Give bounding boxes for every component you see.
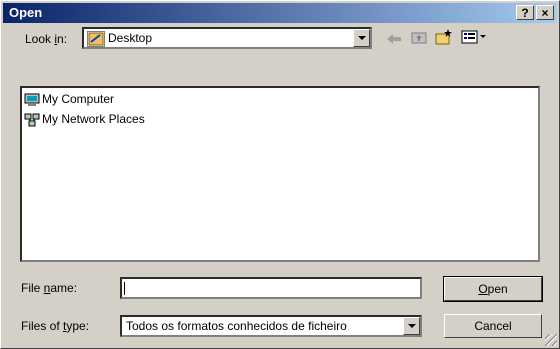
file-type-combo[interactable]: Todos os formatos conhecidos de ficheiro <box>120 315 422 337</box>
file-type-value: Todos os formatos conhecidos de ficheiro <box>126 319 347 333</box>
file-name-input[interactable] <box>120 277 422 299</box>
file-type-dropdown-button[interactable] <box>403 317 420 335</box>
chevron-down-icon <box>357 36 366 40</box>
computer-icon <box>24 93 40 107</box>
list-item-label: My Computer <box>42 92 115 106</box>
look-in-value: Desktop <box>108 31 153 45</box>
resize-grip[interactable] <box>545 334 557 346</box>
text-cursor <box>124 282 125 295</box>
open-dialog: Open ? × Look in: Desktop My Computer My… <box>0 0 560 349</box>
look-in-combo[interactable]: Desktop <box>82 27 372 49</box>
file-name-label: File name: <box>21 281 78 295</box>
new-folder-button[interactable] <box>433 29 455 49</box>
back-icon <box>387 34 401 44</box>
view-menu-button[interactable] <box>459 29 489 49</box>
up-folder-button[interactable] <box>408 29 430 49</box>
help-button[interactable]: ? <box>516 5 534 20</box>
network-places-icon <box>24 113 40 127</box>
close-button[interactable]: × <box>536 5 554 20</box>
open-button[interactable]: Open <box>443 276 543 302</box>
new-folder-icon <box>435 29 452 45</box>
up-folder-icon <box>411 32 427 44</box>
look-in-dropdown-button[interactable] <box>353 29 370 47</box>
list-item-label: My Network Places <box>42 112 145 126</box>
back-button[interactable] <box>383 29 405 49</box>
window-title: Open <box>9 5 43 20</box>
look-in-label: Look in: <box>25 32 68 46</box>
file-type-label: Files of type: <box>21 319 90 333</box>
list-item-my-computer[interactable]: My Computer <box>24 90 114 108</box>
cancel-button[interactable]: Cancel <box>444 314 542 338</box>
list-item-my-network-places[interactable]: My Network Places <box>24 110 145 128</box>
desktop-icon <box>87 31 105 47</box>
chevron-down-icon <box>407 324 416 328</box>
view-menu-icon <box>461 30 486 44</box>
title-bar[interactable]: Open ? × <box>3 3 557 23</box>
file-list[interactable]: My Computer My Network Places <box>20 86 540 262</box>
